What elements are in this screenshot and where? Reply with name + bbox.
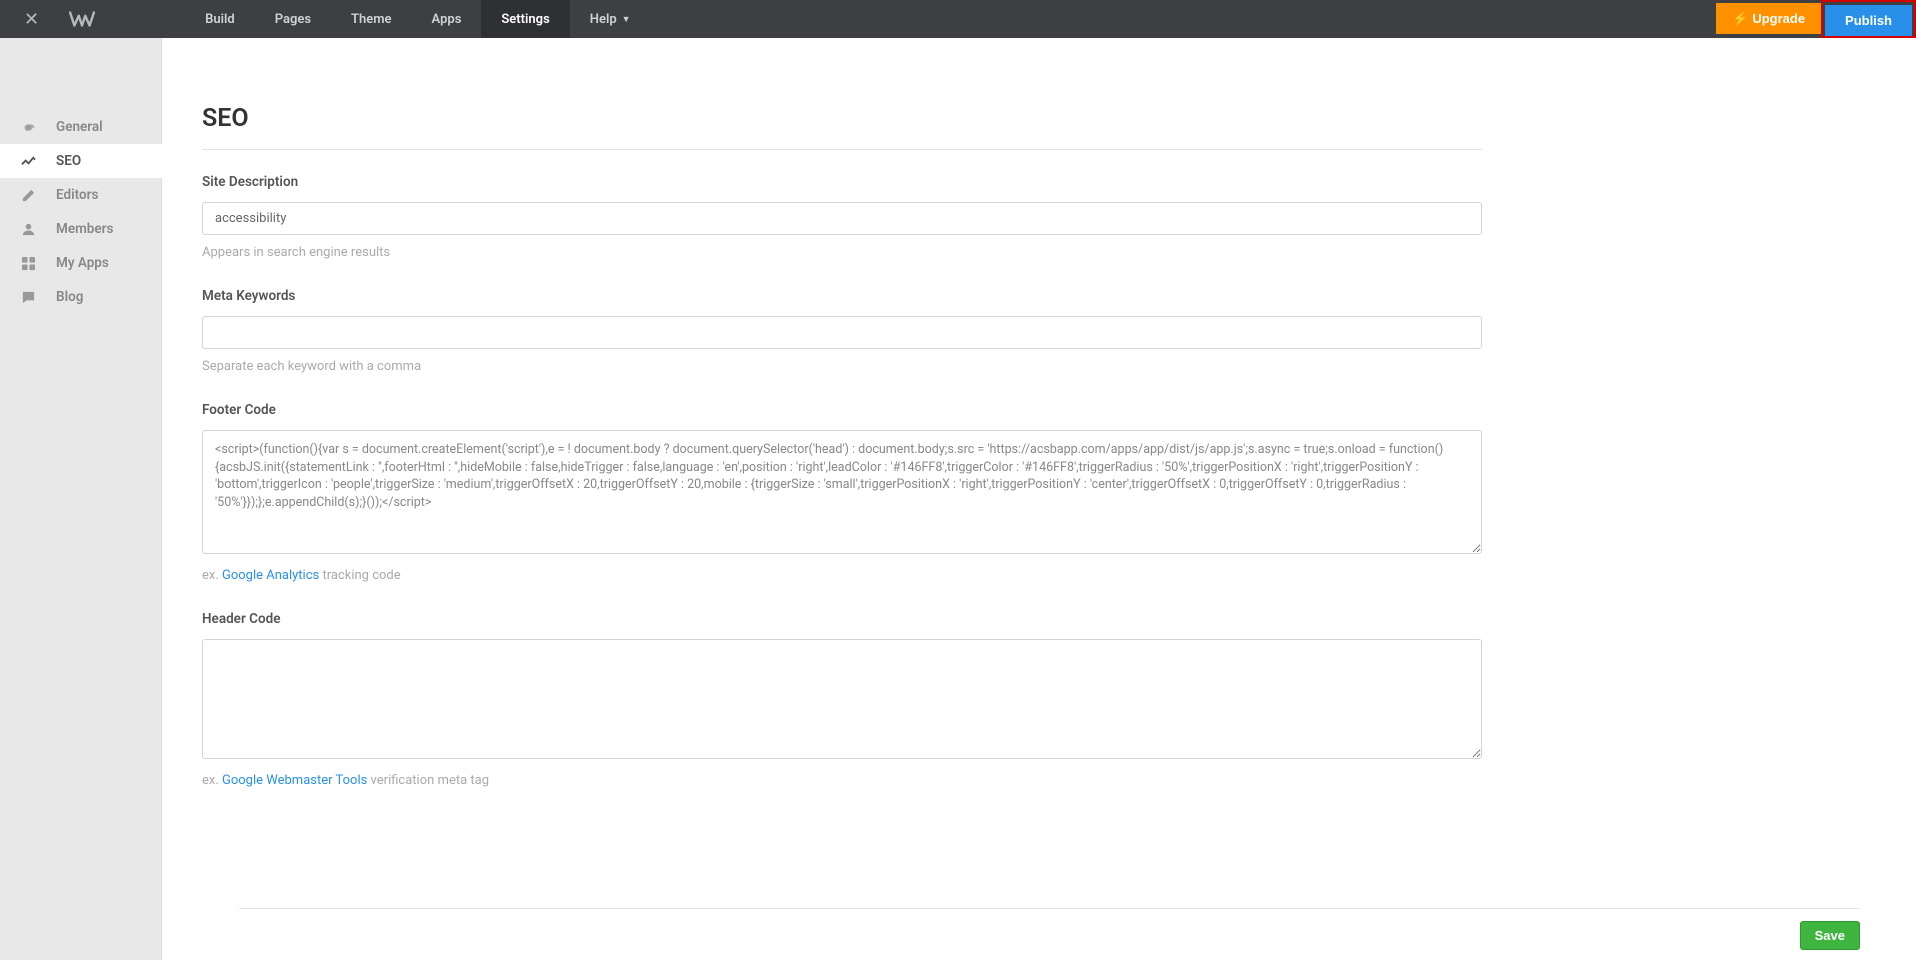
meta-keywords-input[interactable] (202, 316, 1482, 349)
hint-prefix: ex. (202, 773, 222, 788)
close-icon[interactable]: ✕ (18, 9, 45, 30)
field-meta-keywords: Meta Keywords Separate each keyword with… (202, 288, 1482, 374)
topnav: Build Pages Theme Apps Settings Help ▼ (185, 0, 650, 38)
nav-label: Pages (275, 12, 311, 27)
site-description-label: Site Description (202, 174, 1482, 190)
nav-label: Apps (432, 12, 462, 27)
sidebar-item-members[interactable]: Members (0, 212, 161, 246)
trend-icon (20, 153, 36, 169)
publish-label: Publish (1845, 13, 1892, 28)
topbar-right: ⚡ Upgrade Publish (1716, 0, 1916, 38)
sidebar-item-label: SEO (56, 153, 81, 169)
site-description-hint: Appears in search engine results (202, 245, 1482, 260)
topbar-left: ✕ (0, 9, 105, 30)
nav-build[interactable]: Build (185, 0, 255, 38)
page-title: SEO (202, 104, 1482, 150)
person-icon (20, 221, 36, 237)
field-site-description: Site Description Appears in search engin… (202, 174, 1482, 260)
header-code-textarea[interactable] (202, 639, 1482, 759)
publish-button[interactable]: Publish (1825, 5, 1912, 36)
upgrade-button[interactable]: ⚡ Upgrade (1716, 3, 1821, 34)
hint-prefix: ex. (202, 568, 222, 583)
sidebar-item-label: Blog (56, 289, 83, 305)
sidebar-item-seo[interactable]: SEO (0, 144, 162, 178)
publish-highlight: Publish (1821, 0, 1916, 38)
nav-apps[interactable]: Apps (412, 0, 482, 38)
nav-label: Theme (351, 12, 392, 27)
main-content: SEO Site Description Appears in search e… (162, 38, 1916, 960)
nav-label: Help (590, 12, 617, 27)
meta-keywords-hint: Separate each keyword with a comma (202, 359, 1482, 374)
topbar: ✕ Build Pages Theme Apps Settings Help▼ … (0, 0, 1916, 38)
sidebar-item-label: General (56, 119, 103, 135)
field-header-code: Header Code ex. Google Webmaster Tools v… (202, 611, 1482, 788)
comment-icon (20, 289, 36, 305)
hint-suffix: verification meta tag (367, 773, 489, 788)
google-analytics-link[interactable]: Google Analytics (222, 568, 319, 583)
meta-keywords-label: Meta Keywords (202, 288, 1482, 304)
apps-icon (20, 255, 36, 271)
footer-code-label: Footer Code (202, 402, 1482, 418)
google-webmaster-link[interactable]: Google Webmaster Tools (222, 773, 367, 788)
nav-theme[interactable]: Theme (331, 0, 412, 38)
nav-pages[interactable]: Pages (255, 0, 331, 38)
chevron-down-icon: ▼ (622, 14, 631, 25)
footer-code-hint: ex. Google Analytics tracking code (202, 568, 1482, 583)
upgrade-label: Upgrade (1752, 11, 1805, 26)
content: SEO Site Description Appears in search e… (162, 38, 1522, 936)
pencil-icon (20, 187, 36, 203)
footer-code-textarea[interactable]: <script>(function(){var s = document.cre… (202, 430, 1482, 554)
nav-label: Build (205, 12, 235, 27)
sidebar-item-myapps[interactable]: My Apps (0, 246, 161, 280)
header-code-label: Header Code (202, 611, 1482, 627)
sidebar-item-label: My Apps (56, 255, 109, 271)
field-footer-code: Footer Code <script>(function(){var s = … (202, 402, 1482, 583)
nav-label: Settings (501, 12, 549, 27)
hint-suffix: tracking code (319, 568, 400, 583)
sidebar-item-label: Members (56, 221, 113, 237)
site-description-input[interactable] (202, 202, 1482, 235)
save-button[interactable]: Save (1800, 921, 1860, 950)
gear-icon (20, 119, 36, 135)
nav-settings[interactable]: Settings (481, 0, 569, 38)
sidebar: General SEO Editors Members My Apps (0, 38, 162, 960)
layout: General SEO Editors Members My Apps (0, 38, 1916, 960)
save-bar-inner: Save (239, 908, 1860, 950)
sidebar-item-label: Editors (56, 187, 98, 203)
bolt-icon: ⚡ (1732, 11, 1748, 27)
sidebar-item-general[interactable]: General (0, 110, 161, 144)
logo-icon[interactable] (59, 10, 105, 28)
header-code-hint: ex. Google Webmaster Tools verification … (202, 773, 1482, 788)
nav-help[interactable]: Help ▼ (570, 0, 651, 38)
sidebar-item-editors[interactable]: Editors (0, 178, 161, 212)
sidebar-item-blog[interactable]: Blog (0, 280, 161, 314)
